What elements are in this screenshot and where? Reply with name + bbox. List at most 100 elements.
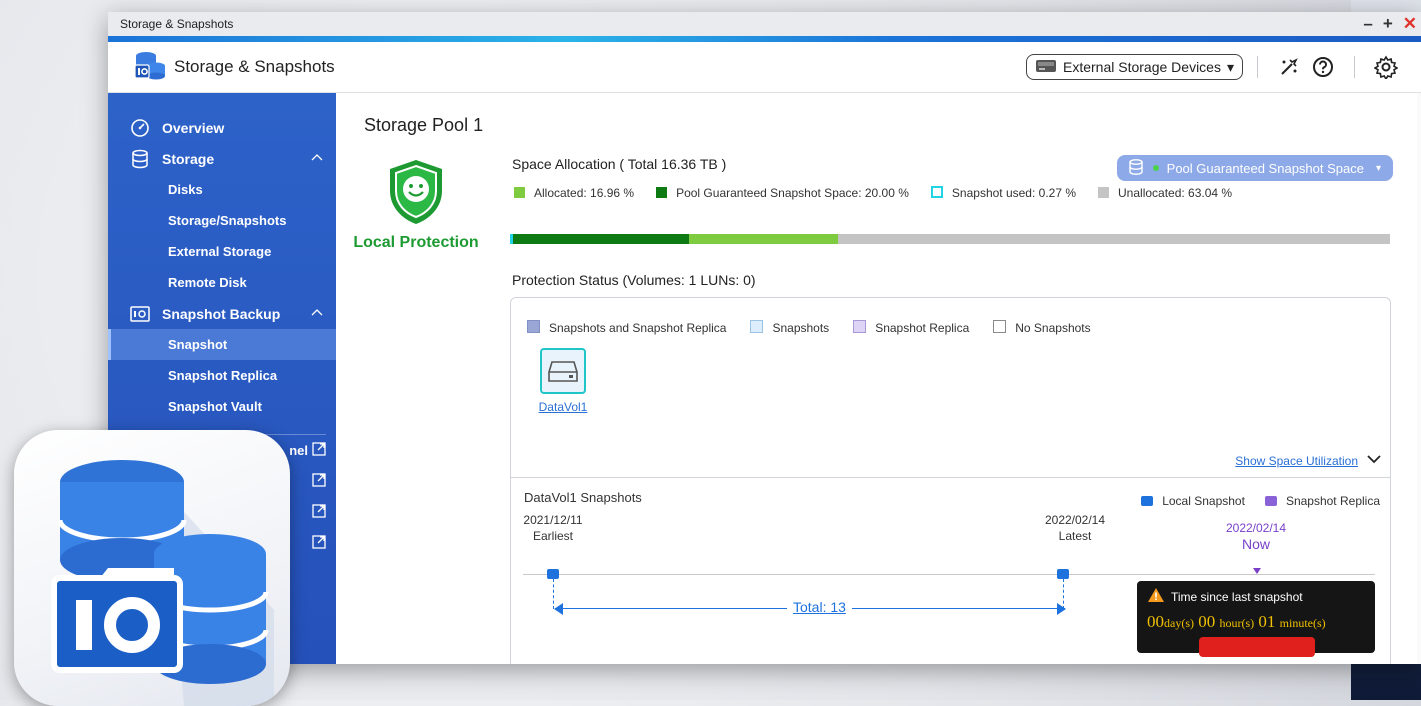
space-allocation-bar	[510, 234, 1390, 244]
legend-label: Snapshot Replica	[875, 321, 970, 335]
gear-icon[interactable]	[1374, 55, 1398, 79]
legend-item: No Snapshots	[993, 320, 1091, 335]
legend-label: Local Snapshot	[1162, 494, 1245, 508]
timeline-now: 2022/02/14 Now	[1221, 520, 1291, 552]
sidebar-item-label: Storage	[162, 150, 215, 167]
protection-status-title: Protection Status (Volumes: 1 LUNs: 0)	[512, 272, 756, 288]
earliest-snapshot-marker[interactable]	[547, 569, 559, 579]
sidebar-item-overview[interactable]: Overview	[108, 112, 336, 143]
warning-icon	[1147, 587, 1165, 606]
latest-snapshot-marker[interactable]	[1057, 569, 1069, 579]
dashboard-icon	[130, 118, 150, 138]
volume-name-link[interactable]: DataVol1	[537, 400, 589, 414]
help-icon[interactable]	[1311, 55, 1335, 79]
take-snapshot-button[interactable]	[1199, 637, 1315, 657]
sidebar-item-external-storage[interactable]: External Storage	[108, 236, 336, 267]
space-allocation-legend: Allocated: 16.96 % Pool Guaranteed Snaps…	[514, 186, 1232, 200]
tooltip-header: Time since last snapshot	[1147, 587, 1365, 606]
maximize-button[interactable]: +	[1383, 14, 1393, 34]
show-space-utilization-link[interactable]: Show Space Utilization	[1235, 454, 1358, 468]
scrollbar[interactable]	[1417, 93, 1421, 664]
now-label: Now	[1241, 536, 1270, 552]
local-snapshot-icon	[1141, 496, 1154, 506]
legend-swatch	[853, 320, 867, 333]
legend-swatch	[527, 320, 540, 333]
now-marker	[1253, 568, 1261, 574]
chevron-up-icon[interactable]	[310, 305, 324, 322]
minutes-unit: minute(s)	[1279, 616, 1326, 630]
header-separator	[1257, 56, 1258, 78]
external-drive-icon	[1035, 58, 1057, 77]
close-button[interactable]: ✕	[1403, 14, 1417, 34]
sidebar-item-label: Snapshot Backup	[162, 305, 281, 322]
legend-label: Snapshot Replica	[1285, 494, 1380, 508]
timeline-earliest: 2021/12/11 Earliest	[521, 512, 585, 544]
legend-swatch	[750, 320, 764, 333]
tooltip-title: Time since last snapshot	[1171, 589, 1303, 604]
chevron-down-icon: ▾	[1226, 58, 1234, 75]
legend-label: Snapshots	[772, 321, 830, 335]
header-separator-2	[1354, 56, 1355, 78]
legend-swatch	[930, 186, 943, 198]
external-storage-devices-dropdown[interactable]: External Storage Devices ▾	[1026, 54, 1243, 80]
external-storage-devices-label: External Storage Devices	[1063, 59, 1221, 75]
chevron-up-icon[interactable]	[310, 150, 324, 167]
earliest-date: 2021/12/11	[523, 513, 583, 527]
elapsed-days: 00	[1147, 612, 1164, 631]
legend-item: Unallocated: 63.04 %	[1098, 186, 1232, 200]
now-date: 2022/02/14	[1225, 521, 1287, 535]
snapshot-replica-icon	[1264, 496, 1277, 506]
total-snapshots-link[interactable]: Total: 13	[787, 599, 852, 615]
protection-status-panel: Snapshots and Snapshot Replica Snapshots…	[510, 297, 1391, 478]
snapshot-icon	[130, 304, 150, 324]
sidebar-item-snapshot-backup[interactable]: Snapshot Backup	[108, 298, 336, 329]
app-window: Storage & Snapshots – + ✕ Storage & Snap…	[108, 12, 1421, 664]
legend-item: Snapshot Replica	[853, 320, 969, 335]
chevron-down-icon	[1366, 453, 1382, 468]
sidebar-item-label: Overview	[162, 119, 225, 136]
legend-item: Snapshot used: 0.27 %	[930, 186, 1077, 200]
timeline-latest: 2022/02/14 Latest	[1037, 512, 1113, 544]
show-space-utilization[interactable]: Show Space Utilization	[1235, 453, 1382, 468]
legend-label: Snapshot used: 0.27 %	[951, 186, 1077, 200]
elapsed-hours: 00	[1198, 612, 1216, 631]
legend-label: Snapshots and Snapshot Replica	[549, 321, 727, 335]
latest-label: Latest	[1058, 529, 1092, 543]
legend-swatch	[514, 187, 525, 198]
sidebar-item-snapshot-replica[interactable]: Snapshot Replica	[108, 360, 336, 391]
pool-button-label: Pool Guaranteed Snapshot Space	[1166, 160, 1364, 176]
sidebar-item-storage-snapshots[interactable]: Storage/Snapshots	[108, 205, 336, 236]
shield-smile-icon	[384, 160, 448, 230]
legend-item: Snapshots	[750, 320, 829, 335]
database-icon	[130, 149, 150, 169]
sidebar-item-snapshot-vault[interactable]: Snapshot Vault	[108, 391, 336, 422]
bar-segment-pool-guaranteed	[513, 234, 689, 244]
volume-item[interactable]: DataVol1	[537, 348, 589, 414]
sidebar-item-disks[interactable]: Disks	[108, 174, 336, 205]
app-logo-icon	[134, 51, 166, 84]
pool-guaranteed-snapshot-space-button[interactable]: Pool Guaranteed Snapshot Space ▾	[1116, 155, 1393, 181]
snapshots-title: DataVol1 Snapshots	[524, 490, 642, 505]
diagnostics-icon[interactable]	[1277, 55, 1301, 79]
window-controls: – + ✕	[1363, 14, 1417, 34]
sidebar-item-storage[interactable]: Storage	[108, 143, 336, 174]
legend-item: Pool Guaranteed Snapshot Space: 20.00 %	[656, 186, 909, 200]
sidebar-item-remote-disk[interactable]: Remote Disk	[108, 267, 336, 298]
protection-label: Local Protection	[353, 234, 479, 251]
sidebar-item-snapshot[interactable]: Snapshot	[108, 329, 336, 360]
legend-item: Allocated: 16.96 %	[514, 186, 634, 200]
app-title: Storage & Snapshots	[174, 57, 335, 76]
snapshots-panel: DataVol1 Snapshots Local Snapshot Snapsh…	[510, 477, 1391, 664]
external-link-icon	[312, 504, 326, 521]
space-allocation-title: Space Allocation ( Total 16.36 TB )	[512, 156, 727, 172]
main-content: Storage Pool 1 Local Protection Space Al…	[336, 93, 1421, 664]
sidebar-link-label: nel	[289, 443, 308, 458]
minimize-button[interactable]: –	[1363, 14, 1372, 34]
legend-label: No Snapshots	[1015, 321, 1091, 335]
bar-segment-allocated	[689, 234, 839, 244]
volume-legend: Snapshots and Snapshot Replica Snapshots…	[527, 320, 1091, 335]
days-unit: day(s)	[1164, 616, 1194, 630]
window-titlebar: Storage & Snapshots – + ✕	[108, 12, 1421, 36]
arrow-right-icon	[1057, 603, 1066, 615]
timeline-axis	[523, 574, 1375, 575]
